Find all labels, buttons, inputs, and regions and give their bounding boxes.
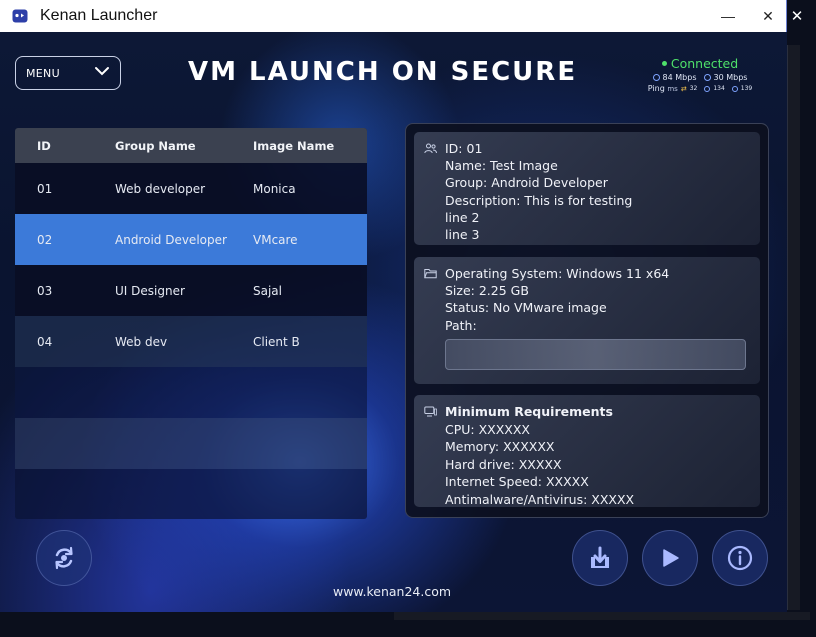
status-line: Status: No VMware image bbox=[445, 300, 607, 316]
path-field[interactable] bbox=[445, 338, 746, 370]
info-line-3: line 3 bbox=[445, 226, 480, 242]
info-group: Group: Android Developer bbox=[445, 175, 608, 191]
user-group-icon bbox=[424, 143, 437, 154]
empty-row bbox=[15, 469, 367, 519]
info-icon bbox=[727, 545, 753, 571]
chevron-down-icon bbox=[95, 67, 109, 76]
info-line-2: line 2 bbox=[445, 209, 480, 225]
info-description: Description: This is for testing bbox=[445, 192, 633, 208]
os-line: Operating System: Windows 11 x64 bbox=[445, 266, 670, 281]
ping-unit: ms bbox=[667, 85, 678, 93]
cell-id: 01 bbox=[37, 181, 53, 196]
info-id: ID: 01 bbox=[445, 141, 483, 156]
upload-speed: 30 Mbps bbox=[713, 73, 748, 82]
column-header-image[interactable]: Image Name bbox=[253, 139, 367, 153]
requirements-heading: Minimum Requirements bbox=[445, 404, 613, 419]
system-info-card: Operating System: Windows 11 x64 Size: 2… bbox=[414, 257, 760, 384]
download-speed: 84 Mbps bbox=[662, 73, 697, 82]
minimize-button[interactable]: — bbox=[706, 0, 750, 32]
window-title: Kenan Launcher bbox=[40, 7, 158, 24]
req-cpu: CPU: XXXXXX bbox=[445, 421, 530, 437]
title-bar: Kenan Launcher — ✕ bbox=[0, 0, 787, 32]
folder-icon bbox=[424, 269, 437, 279]
menu-dropdown[interactable]: MENU bbox=[15, 56, 121, 90]
column-header-group[interactable]: Group Name bbox=[115, 139, 253, 153]
refresh-button[interactable] bbox=[36, 530, 92, 586]
req-antivirus: Antimalware/Antivirus: XXXXX bbox=[445, 491, 635, 507]
cell-group: Web developer bbox=[115, 181, 206, 196]
empty-row bbox=[15, 418, 367, 469]
info-button[interactable] bbox=[712, 530, 768, 586]
play-icon bbox=[663, 549, 679, 567]
table-row[interactable]: 03 UI Designer Sajal bbox=[15, 265, 367, 316]
connection-text: Connected bbox=[670, 56, 739, 71]
table-row[interactable]: 04 Web dev Client B bbox=[15, 316, 367, 367]
menu-label: MENU bbox=[26, 66, 60, 80]
ping-text: Ping bbox=[647, 84, 665, 93]
ping-arrows-icon: ⇄ bbox=[680, 84, 687, 93]
info-name: Name: Test Image bbox=[445, 158, 558, 174]
website-link[interactable]: www.kenan24.com bbox=[300, 584, 484, 599]
cell-id: 03 bbox=[37, 283, 53, 298]
size-line: Size: 2.25 GB bbox=[445, 283, 529, 299]
speed-row: 84 Mbps 30 Mbps bbox=[636, 73, 764, 82]
app-icon bbox=[12, 9, 28, 23]
ping-row: Ping ms ⇄ 32 134 139 bbox=[636, 84, 764, 93]
connection-status: Connected 84 Mbps 30 Mbps Ping ms ⇄ 32 1… bbox=[636, 56, 764, 93]
info-id-row: ID: 01 bbox=[424, 140, 750, 157]
server-icon bbox=[731, 85, 738, 92]
download-icon bbox=[591, 546, 609, 568]
os-row: Operating System: Windows 11 x64 bbox=[424, 265, 750, 282]
status-dot-icon bbox=[661, 61, 667, 66]
play-button[interactable] bbox=[642, 530, 698, 586]
cell-image: Sajal bbox=[253, 283, 282, 298]
cell-id: 04 bbox=[37, 334, 53, 349]
download-button[interactable] bbox=[572, 530, 628, 586]
close-button[interactable]: ✕ bbox=[746, 0, 790, 32]
ping-value-1: 32 bbox=[689, 85, 698, 92]
cell-image: Monica bbox=[253, 181, 296, 196]
table-row[interactable]: 01 Web developer Monica bbox=[15, 163, 367, 214]
cell-group: Android Developer bbox=[115, 232, 227, 247]
column-header-id[interactable]: ID bbox=[15, 139, 115, 153]
req-internet-speed: Internet Speed: XXXXX bbox=[445, 474, 589, 490]
image-table: ID Group Name Image Name 01 Web develope… bbox=[15, 128, 367, 519]
ping-value-2: 134 bbox=[713, 85, 725, 92]
upload-speed-icon bbox=[703, 74, 711, 81]
download-speed-icon bbox=[652, 74, 660, 81]
window-shadow-bottom bbox=[394, 612, 810, 620]
ping-value-3: 139 bbox=[740, 85, 753, 92]
cell-group: Web dev bbox=[115, 334, 168, 349]
window-shadow-strip bbox=[787, 45, 800, 610]
cell-group: UI Designer bbox=[115, 283, 185, 298]
monitor-icon bbox=[424, 406, 437, 417]
table-row-selected[interactable]: 02 Android Developer VMcare bbox=[15, 214, 367, 265]
app-title: VM LAUNCH ON SECURE bbox=[188, 57, 578, 87]
req-hard-drive: Hard drive: XXXXX bbox=[445, 456, 562, 472]
requirements-card: Minimum Requirements CPU: XXXXXX Memory:… bbox=[414, 395, 760, 507]
details-panel: ID: 01 Name: Test Image Group: Android D… bbox=[405, 123, 769, 518]
path-label: Path: bbox=[445, 317, 477, 333]
cell-image: Client B bbox=[253, 334, 300, 349]
req-memory: Memory: XXXXXX bbox=[445, 439, 555, 455]
image-info-card: ID: 01 Name: Test Image Group: Android D… bbox=[414, 132, 760, 245]
empty-row bbox=[15, 367, 367, 418]
refresh-icon bbox=[55, 546, 73, 570]
server-icon bbox=[704, 85, 711, 92]
launcher-window: MENU VM LAUNCH ON SECURE Connected 84 Mb… bbox=[0, 32, 787, 612]
outer-close-button[interactable]: ✕ bbox=[785, 5, 809, 27]
table-header: ID Group Name Image Name bbox=[15, 128, 367, 163]
cell-image: VMcare bbox=[253, 232, 298, 247]
connected-indicator: Connected bbox=[636, 56, 764, 71]
cell-id: 02 bbox=[37, 232, 53, 247]
requirements-heading-row: Minimum Requirements bbox=[424, 403, 750, 421]
ping-label: Ping ms bbox=[648, 84, 678, 93]
